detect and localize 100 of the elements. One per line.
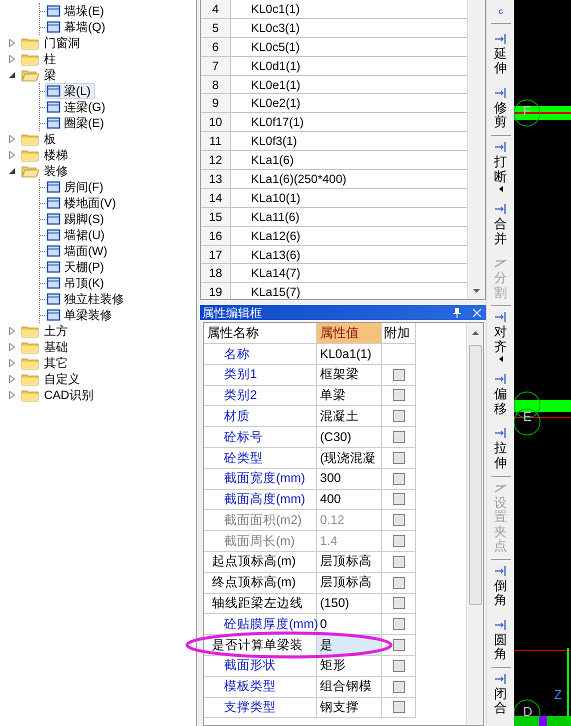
tree-item[interactable]: 墙面(W) bbox=[45, 243, 112, 259]
tree-item[interactable]: 装修 bbox=[44, 165, 68, 177]
tree-item[interactable]: 单梁装修 bbox=[45, 307, 116, 323]
tool-button[interactable]: 对齐 bbox=[488, 310, 512, 364]
checkbox[interactable] bbox=[392, 660, 404, 672]
tool-button[interactable]: 闭合 bbox=[488, 672, 512, 717]
checkbox[interactable] bbox=[392, 535, 404, 548]
tool-button[interactable]: 拉伸 bbox=[488, 426, 512, 472]
checkbox[interactable] bbox=[392, 514, 404, 526]
property-value[interactable]: 400 bbox=[317, 490, 382, 510]
checkbox[interactable] bbox=[392, 618, 404, 630]
table-cell[interactable]: KL0c5(1) bbox=[231, 38, 467, 56]
collapsed-arrow-icon[interactable] bbox=[9, 359, 15, 367]
checkbox[interactable] bbox=[392, 680, 404, 693]
property-value[interactable]: 混凝土 bbox=[317, 406, 382, 426]
scroll-thumb[interactable] bbox=[468, 345, 482, 605]
checkbox[interactable] bbox=[392, 576, 404, 589]
collapsed-arrow-icon[interactable] bbox=[9, 151, 15, 159]
tree-item[interactable]: 梁 bbox=[44, 69, 56, 81]
tree-item[interactable]: 板 bbox=[44, 133, 56, 145]
property-value[interactable]: (150) bbox=[317, 594, 382, 614]
checkbox[interactable] bbox=[392, 431, 404, 444]
collapsed-arrow-icon[interactable] bbox=[9, 375, 15, 383]
scroll-down-icon[interactable] bbox=[473, 289, 480, 293]
collapsed-arrow-icon[interactable] bbox=[9, 55, 15, 63]
property-value[interactable]: 矩形 bbox=[317, 656, 382, 676]
tree-item[interactable]: 墙裙(U) bbox=[45, 227, 109, 243]
table-cell[interactable]: KLa14(7) bbox=[231, 264, 467, 282]
tree-item[interactable]: 吊顶(K) bbox=[45, 275, 108, 291]
scrollbar[interactable] bbox=[467, 0, 485, 299]
table-cell[interactable]: KLa1(6)(250*400) bbox=[231, 170, 467, 188]
tree-item[interactable]: 梁(L) bbox=[45, 83, 95, 99]
tree-item[interactable]: 其它 bbox=[44, 357, 68, 369]
tree-item[interactable]: 基础 bbox=[44, 341, 68, 353]
property-value[interactable]: 层顶标高 bbox=[317, 552, 382, 572]
tree-item[interactable]: 楼地面(V) bbox=[45, 195, 120, 211]
scrollbar[interactable] bbox=[466, 323, 483, 725]
tree-item[interactable]: 柱 bbox=[44, 53, 56, 65]
tool-button[interactable]: 打断 bbox=[488, 140, 512, 194]
collapsed-arrow-icon[interactable] bbox=[9, 343, 15, 351]
property-value[interactable]: (C30) bbox=[317, 427, 382, 447]
tool-button[interactable]: 圆角 bbox=[488, 618, 512, 663]
tree-item[interactable]: 连梁(G) bbox=[45, 99, 110, 115]
property-value[interactable]: 钢支撑 bbox=[317, 698, 382, 718]
pin-icon[interactable] bbox=[453, 308, 461, 318]
tree-item[interactable]: 独立柱装修 bbox=[45, 291, 128, 307]
property-value[interactable]: 组合钢模 bbox=[317, 676, 382, 697]
table-cell[interactable]: KL0d1(1) bbox=[231, 56, 467, 75]
property-value[interactable]: 框架梁 bbox=[317, 364, 382, 385]
table-cell[interactable]: KLa15(7) bbox=[231, 283, 467, 299]
checkbox[interactable] bbox=[392, 597, 404, 610]
checkbox[interactable] bbox=[392, 368, 404, 381]
checkbox[interactable] bbox=[392, 639, 404, 652]
close-icon[interactable] bbox=[473, 308, 481, 316]
tree-item[interactable]: 踢脚(S) bbox=[45, 211, 108, 227]
table-cell[interactable]: KLa10(1) bbox=[231, 188, 467, 207]
column-header[interactable]: 附加 bbox=[382, 323, 416, 343]
property-value[interactable]: 300 bbox=[317, 468, 382, 489]
tree-item[interactable]: 墙垛(E) bbox=[45, 3, 108, 19]
property-value[interactable]: KL0a1(1) bbox=[317, 344, 382, 364]
checkbox[interactable] bbox=[392, 389, 404, 402]
property-value[interactable]: (现浇混凝 bbox=[317, 448, 382, 468]
tree-item[interactable]: 圈梁(E) bbox=[45, 115, 108, 131]
table-cell[interactable]: KL0e2(1) bbox=[231, 94, 467, 112]
table-cell[interactable]: KL0c3(1) bbox=[231, 18, 467, 37]
property-value[interactable]: 单梁 bbox=[317, 386, 382, 406]
tree-item[interactable]: CAD识别 bbox=[44, 389, 94, 401]
table-cell[interactable]: KLa1(6) bbox=[231, 151, 467, 170]
checkbox[interactable] bbox=[392, 472, 404, 485]
tool-button[interactable]: 倒角 bbox=[488, 564, 512, 609]
table-cell[interactable]: KLa11(6) bbox=[231, 208, 467, 226]
table-cell[interactable]: KLa12(6) bbox=[231, 226, 467, 245]
table-cell[interactable]: KL0e1(1) bbox=[231, 76, 467, 94]
column-header[interactable]: 属性值 bbox=[317, 323, 382, 343]
expanded-arrow-icon[interactable] bbox=[9, 72, 15, 78]
checkbox[interactable] bbox=[392, 701, 404, 714]
collapsed-arrow-icon[interactable] bbox=[9, 327, 15, 335]
tool-button[interactable]: 延伸 bbox=[488, 32, 512, 77]
checkbox[interactable] bbox=[392, 493, 404, 506]
checkbox[interactable] bbox=[392, 410, 404, 422]
table-cell[interactable]: KL0c1(1) bbox=[231, 0, 467, 18]
property-value[interactable]: 层顶标高 bbox=[317, 572, 382, 593]
tree-item[interactable]: 幕墙(Q) bbox=[45, 19, 110, 35]
table-cell[interactable]: KL0f3(1) bbox=[231, 132, 467, 150]
collapsed-arrow-icon[interactable] bbox=[9, 135, 15, 143]
tree-item[interactable]: 楼梯 bbox=[44, 149, 68, 161]
tool-button[interactable]: 合并 bbox=[488, 202, 512, 248]
checkbox[interactable] bbox=[392, 452, 404, 464]
table-cell[interactable]: KL0f17(1) bbox=[231, 113, 467, 132]
collapsed-arrow-icon[interactable] bbox=[9, 391, 15, 399]
table-cell[interactable]: KLa13(6) bbox=[231, 246, 467, 264]
tree-item[interactable]: 自定义 bbox=[44, 373, 80, 385]
tree-item[interactable]: 房间(F) bbox=[45, 179, 108, 195]
tree-item[interactable]: 土方 bbox=[44, 325, 68, 337]
scroll-up-icon[interactable] bbox=[472, 331, 478, 335]
checkbox[interactable] bbox=[392, 556, 404, 568]
tree-item[interactable]: 天棚(P) bbox=[45, 259, 108, 275]
tool-button[interactable]: 偏移 bbox=[488, 372, 512, 418]
tool-button[interactable]: 修剪 bbox=[488, 86, 512, 131]
property-value[interactable]: 0 bbox=[317, 614, 382, 634]
